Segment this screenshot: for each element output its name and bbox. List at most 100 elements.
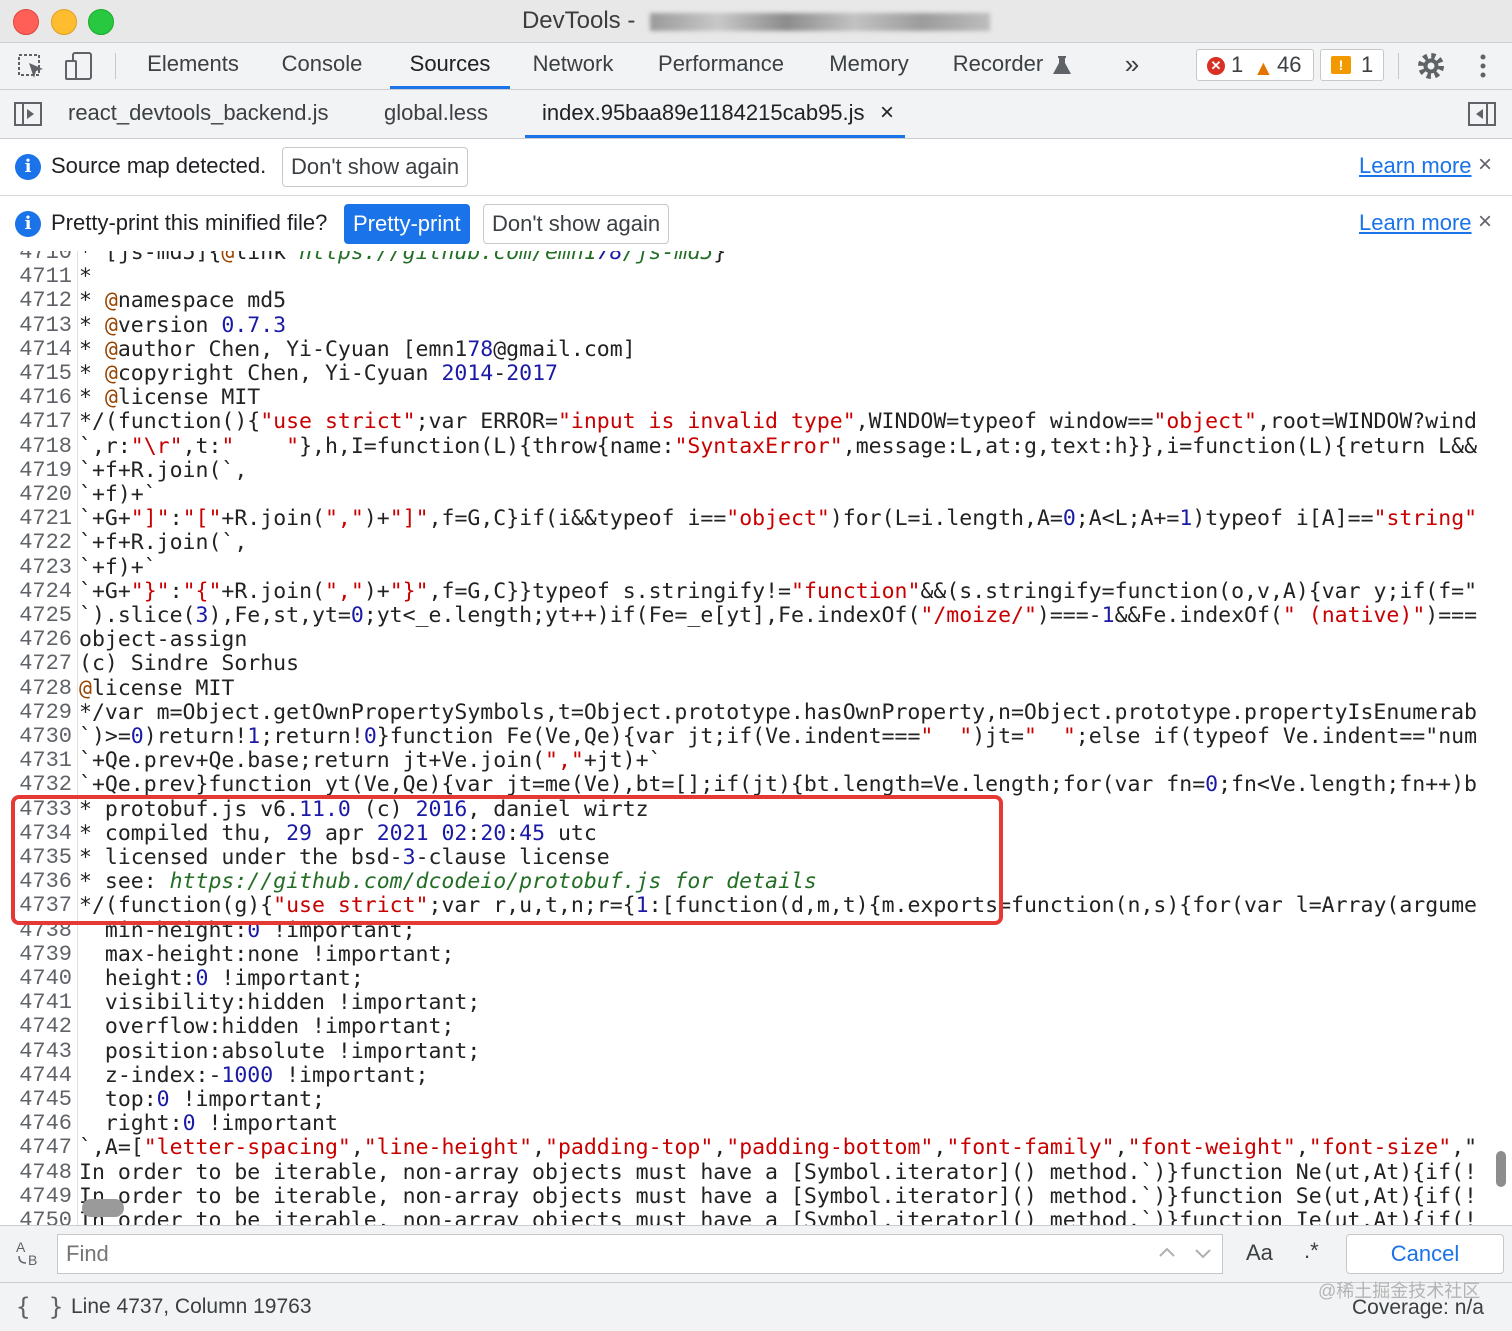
code-line[interactable]: 4728 @license MIT xyxy=(0,676,1512,701)
line-number[interactable]: 4721 xyxy=(0,507,72,531)
learn-more-link[interactable]: Learn more xyxy=(1359,153,1472,179)
close-infobar-icon[interactable]: × xyxy=(1478,151,1492,179)
code-line[interactable]: 4740 height:0 !important; xyxy=(0,967,1512,991)
device-toolbar-icon[interactable] xyxy=(62,49,96,83)
code-line[interactable]: 4716 * @license MIT xyxy=(0,386,1512,410)
find-next-icon[interactable] xyxy=(1192,1242,1214,1264)
code-line[interactable]: 4727 (c) Sindre Sorhus xyxy=(0,652,1512,676)
line-number[interactable]: 4741 xyxy=(0,991,72,1015)
line-number[interactable]: 4746 xyxy=(0,1112,72,1136)
learn-more-link[interactable]: Learn more xyxy=(1359,210,1472,236)
find-previous-icon[interactable] xyxy=(1156,1242,1178,1264)
tab-recorder[interactable]: Recorder xyxy=(946,43,1050,89)
line-number[interactable]: 4740 xyxy=(0,967,72,991)
horizontal-scrollbar-thumb[interactable] xyxy=(82,1199,124,1217)
close-infobar-icon[interactable]: × xyxy=(1478,208,1492,236)
toggle-debugger-icon[interactable] xyxy=(1468,102,1496,126)
line-number[interactable]: 4728 xyxy=(0,676,72,701)
tab-elements[interactable]: Elements xyxy=(138,43,248,89)
code-line[interactable]: 4746 right:0 !important xyxy=(0,1112,1512,1136)
line-number[interactable]: 4747 xyxy=(0,1136,72,1160)
replace-toggle-icon[interactable]: A B xyxy=(14,1238,44,1268)
line-number[interactable]: 4722 xyxy=(0,531,72,555)
code-line[interactable]: 4719 `+f+R.join(`, xyxy=(0,458,1512,483)
code-line[interactable]: 4731 `+Qe.prev+Qe.base;return jt+Ve.join(… xyxy=(0,749,1512,773)
line-number[interactable]: 4745 xyxy=(0,1088,72,1112)
code-line[interactable]: 4748 In order to be iterable, non-array o… xyxy=(0,1160,1512,1185)
line-number[interactable]: 4730 xyxy=(0,725,72,749)
line-number[interactable]: 4711 xyxy=(0,265,72,289)
code-line[interactable]: 4729 */var m=Object.getOwnPropertySymbols… xyxy=(0,700,1512,725)
line-number[interactable]: 4742 xyxy=(0,1015,72,1039)
cancel-find-button[interactable]: Cancel xyxy=(1346,1234,1504,1274)
tab-sources[interactable]: Sources xyxy=(390,43,510,89)
code-line[interactable]: 4721 `+G+"]":"["+R.join(",")+"]",f=G,C}if… xyxy=(0,507,1512,531)
pretty-print-braces-icon[interactable]: { } xyxy=(16,1293,65,1321)
code-line[interactable]: 4722 `+f+R.join(`, xyxy=(0,531,1512,555)
line-number[interactable]: 4713 xyxy=(0,313,72,338)
line-number[interactable]: 4715 xyxy=(0,362,72,386)
code-line[interactable]: 4749 In order to be iterable, non-array o… xyxy=(0,1184,1512,1209)
line-number[interactable]: 4729 xyxy=(0,700,72,725)
tab-performance[interactable]: Performance xyxy=(648,43,794,89)
dont-show-again-button[interactable]: Don't show again xyxy=(483,204,670,244)
code-line[interactable]: 4720 `+f)+` xyxy=(0,483,1512,507)
settings-gear-icon[interactable] xyxy=(1414,49,1448,83)
line-number[interactable]: 4719 xyxy=(0,458,72,483)
line-number[interactable]: 4717 xyxy=(0,410,72,434)
close-file-tab-icon[interactable]: × xyxy=(880,90,894,136)
code-line[interactable]: 4717 */(function(){"use strict";var ERROR… xyxy=(0,410,1512,434)
code-line[interactable]: 4743 position:absolute !important; xyxy=(0,1039,1512,1064)
line-number[interactable]: 4714 xyxy=(0,337,72,362)
line-number[interactable]: 4749 xyxy=(0,1184,72,1209)
line-number[interactable]: 4726 xyxy=(0,628,72,652)
code-line[interactable]: 4725 `).slice(3),Fe,st,yt=0;yt<_e.length;… xyxy=(0,604,1512,628)
code-editor[interactable]: 4710 * [js-md5]{@link https://github.com/… xyxy=(0,251,1512,1225)
line-number[interactable]: 4739 xyxy=(0,942,72,967)
issues-counter[interactable]: ! 1 xyxy=(1320,49,1384,81)
code-line[interactable]: 4718 `,r:"\r",t:" "},h,I=function(L){thro… xyxy=(0,434,1512,459)
line-number[interactable]: 4724 xyxy=(0,579,72,604)
code-line[interactable]: 4744 z-index:-1000 !important; xyxy=(0,1063,1512,1088)
errors-warnings-counter[interactable]: ✕ 1 ▲ 46 xyxy=(1196,49,1314,81)
code-line[interactable]: 4714 * @author Chen, Yi-Cyuan [emn178@gma… xyxy=(0,337,1512,362)
line-number[interactable]: 4731 xyxy=(0,749,72,773)
code-line[interactable]: 4745 top:0 !important; xyxy=(0,1088,1512,1112)
tab-console[interactable]: Console xyxy=(272,43,372,89)
code-line[interactable]: 4739 max-height:none !important; xyxy=(0,942,1512,967)
file-tab-react-devtools[interactable]: react_devtools_backend.js xyxy=(68,90,329,138)
code-line[interactable]: 4741 visibility:hidden !important; xyxy=(0,991,1512,1015)
code-line[interactable]: 4711 * xyxy=(0,265,1512,289)
code-line[interactable]: 4750 In order to be iterable, non-array o… xyxy=(0,1209,1512,1226)
file-tab-index-js[interactable]: index.95baa89e1184215cab95.js × xyxy=(525,90,905,138)
line-number[interactable]: 4744 xyxy=(0,1063,72,1088)
regex-button[interactable]: .* xyxy=(1304,1238,1319,1264)
line-number[interactable]: 4748 xyxy=(0,1160,72,1185)
vertical-scrollbar-thumb[interactable] xyxy=(1496,1151,1506,1187)
line-number[interactable]: 4712 xyxy=(0,289,72,313)
line-number[interactable]: 4725 xyxy=(0,604,72,628)
line-number[interactable]: 4732 xyxy=(0,773,72,797)
line-number[interactable]: 4716 xyxy=(0,386,72,410)
line-number[interactable]: 4710 xyxy=(0,251,72,265)
inspect-element-icon[interactable] xyxy=(14,49,48,83)
match-case-button[interactable]: Aa xyxy=(1246,1240,1273,1266)
code-line[interactable]: 4713 * @version 0.7.3 xyxy=(0,313,1512,338)
code-line[interactable]: 4730 `)>=0)return!1;return!0}function Fe(… xyxy=(0,725,1512,749)
pretty-print-button[interactable]: Pretty-print xyxy=(344,204,470,244)
line-number[interactable]: 4718 xyxy=(0,434,72,459)
more-options-icon[interactable] xyxy=(1466,49,1500,83)
more-tabs-button[interactable]: » xyxy=(1114,43,1150,89)
line-number[interactable]: 4750 xyxy=(0,1209,72,1226)
code-line[interactable]: 4726 object-assign xyxy=(0,628,1512,652)
line-number[interactable]: 4743 xyxy=(0,1039,72,1064)
find-input[interactable] xyxy=(57,1234,1223,1274)
code-line[interactable]: 4747 `,A=["letter-spacing","line-height",… xyxy=(0,1136,1512,1160)
tab-network[interactable]: Network xyxy=(520,43,626,89)
code-line[interactable]: 4742 overflow:hidden !important; xyxy=(0,1015,1512,1039)
code-line[interactable]: 4732 `+Qe.prev}function yt(Ve,Qe){var jt=… xyxy=(0,773,1512,797)
line-number[interactable]: 4720 xyxy=(0,483,72,507)
dont-show-again-button[interactable]: Don't show again xyxy=(282,147,469,187)
code-line[interactable]: 4724 `+G+"}":"{"+R.join(",")+"}",f=G,C}}t… xyxy=(0,579,1512,604)
code-line[interactable]: 4715 * @copyright Chen, Yi-Cyuan 2014-201… xyxy=(0,362,1512,386)
